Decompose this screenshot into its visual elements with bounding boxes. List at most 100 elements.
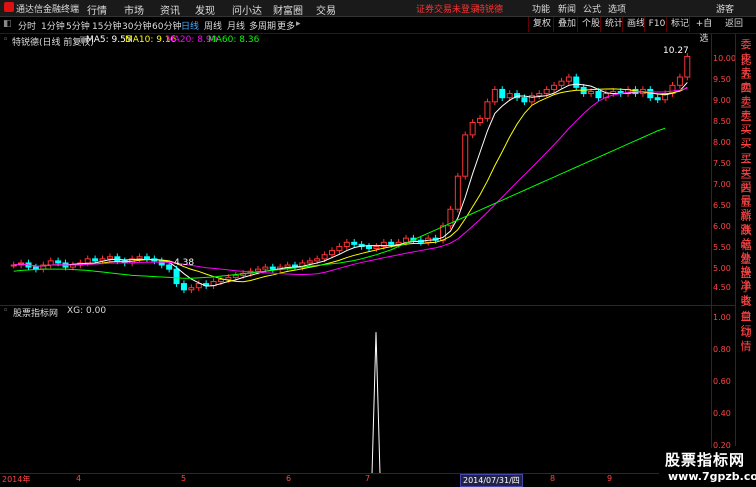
candle-body	[232, 274, 239, 278]
candle-body	[225, 276, 232, 280]
price-tick: 5.50	[713, 243, 731, 252]
candle-body	[536, 93, 543, 97]
x-label: 8	[550, 474, 556, 483]
candle-body	[284, 264, 291, 268]
candle-body	[269, 266, 276, 270]
candle-body	[217, 278, 224, 283]
period-day[interactable]: 日线	[181, 19, 199, 32]
candle-body	[166, 264, 173, 270]
more-chevron-icon[interactable]: ▸	[296, 19, 301, 29]
toolbar-toggle-icon[interactable]: ◧	[3, 19, 12, 29]
indicator-chart[interactable]	[0, 318, 711, 474]
menu-shichang[interactable]: 市场	[124, 2, 144, 17]
period-month[interactable]: 月线	[227, 19, 245, 32]
candle-body	[469, 121, 476, 136]
x-axis-line	[0, 473, 711, 474]
candle-body	[47, 260, 54, 266]
login-notice[interactable]: 证券交易未登录	[416, 2, 479, 15]
candle-body	[373, 245, 380, 249]
ma10-line	[13, 87, 688, 283]
menu-gongshi[interactable]: 公式	[583, 2, 601, 15]
top-menu-bar: 通达信金融终端 行情 市场 资讯 发现 问小达 财富圈 交易 证券交易未登录 特…	[0, 0, 756, 17]
xg-signal-spike	[371, 332, 381, 474]
candle-body	[180, 283, 187, 291]
candlestick-chart[interactable]	[0, 34, 711, 306]
period-15min[interactable]: 15分钟	[92, 19, 121, 32]
price-tick: 5.00	[713, 264, 731, 273]
candle-body	[684, 55, 691, 78]
period-30min[interactable]: 30分钟	[122, 19, 151, 32]
candle-body	[32, 266, 39, 270]
candle-body	[143, 256, 150, 260]
x-label: 6	[286, 474, 292, 483]
menu-xinwen[interactable]: 新闻	[558, 2, 576, 15]
candle-body	[484, 101, 491, 119]
candle-body	[262, 266, 269, 270]
candle-body	[499, 88, 506, 99]
candle-body	[595, 91, 602, 99]
period-more[interactable]: 更多	[277, 19, 295, 32]
menu-youke[interactable]: 游客	[716, 2, 734, 15]
menu-jiaoyi[interactable]: 交易	[316, 2, 336, 17]
candle-body	[491, 88, 498, 103]
watermark-title: 股票指标网	[665, 451, 746, 469]
menu-faxian[interactable]: 发现	[195, 2, 215, 17]
candle-body	[195, 283, 202, 289]
app-logo-icon	[4, 2, 14, 12]
menu-caifuquan[interactable]: 财富圈	[273, 2, 303, 17]
period-fenshi[interactable]: 分时	[18, 19, 36, 32]
period-5min[interactable]: 5分钟	[66, 19, 90, 32]
candle-body	[158, 260, 165, 266]
indicator-tick: 0.60	[713, 377, 731, 386]
price-tick: 4.50	[713, 283, 731, 292]
x-label: 2014年	[2, 475, 31, 484]
price-tick: 6.50	[713, 201, 731, 210]
candle-body	[506, 93, 513, 99]
candle-body	[676, 76, 683, 86]
candle-body	[403, 237, 410, 243]
candle-body	[55, 260, 62, 264]
btn-fanhui[interactable]: 返回	[712, 17, 756, 32]
price-tick: 10.00	[713, 54, 736, 63]
period-multi[interactable]: 多周期	[249, 19, 276, 32]
app-name: 通达信金融终端	[16, 5, 80, 15]
menu-gongneng[interactable]: 功能	[532, 2, 550, 15]
candle-body	[343, 241, 350, 247]
candle-body	[454, 175, 461, 210]
candle-body	[588, 91, 595, 95]
candle-body	[558, 80, 565, 86]
ma20-line	[13, 87, 688, 276]
candle-body	[654, 97, 661, 101]
x-label: 5	[181, 474, 187, 483]
cursor-date: 2014/07/31/四	[460, 474, 523, 487]
menu-zixun[interactable]: 资讯	[160, 2, 180, 17]
menu-xuanxiang[interactable]: 选项	[608, 2, 626, 15]
ma5-line	[13, 82, 688, 287]
candle-body	[328, 250, 335, 256]
candle-body	[388, 241, 395, 245]
axis-divider	[711, 34, 712, 474]
candle-body	[84, 258, 91, 264]
period-week[interactable]: 周线	[204, 19, 222, 32]
indicator-collapse-icon[interactable]: ◦	[3, 306, 8, 316]
price-tick: 9.50	[713, 75, 731, 84]
period-60min[interactable]: 60分钟	[152, 19, 181, 32]
candle-body	[336, 245, 343, 252]
btn-hangqing[interactable]: 行情	[736, 322, 756, 354]
candle-body	[521, 97, 528, 103]
candle-body	[543, 88, 550, 95]
low-price-label: 4.38	[174, 258, 195, 268]
candle-body	[173, 268, 180, 285]
candle-body	[573, 76, 580, 88]
btn-fuquan[interactable]: 复权	[528, 17, 555, 32]
x-label: 9	[607, 474, 613, 483]
candle-body	[351, 241, 358, 245]
price-tick: 6.00	[713, 222, 731, 231]
indicator-tick: 1.00	[713, 313, 731, 322]
panel-separator	[0, 305, 735, 306]
btn-diejia[interactable]: 叠加	[553, 17, 580, 32]
menu-hangqing[interactable]: 行情	[87, 2, 107, 17]
period-1min[interactable]: 1分钟	[41, 19, 65, 32]
high-price-label: 10.27	[663, 46, 689, 56]
menu-wenxiaoda[interactable]: 问小达	[232, 2, 262, 17]
